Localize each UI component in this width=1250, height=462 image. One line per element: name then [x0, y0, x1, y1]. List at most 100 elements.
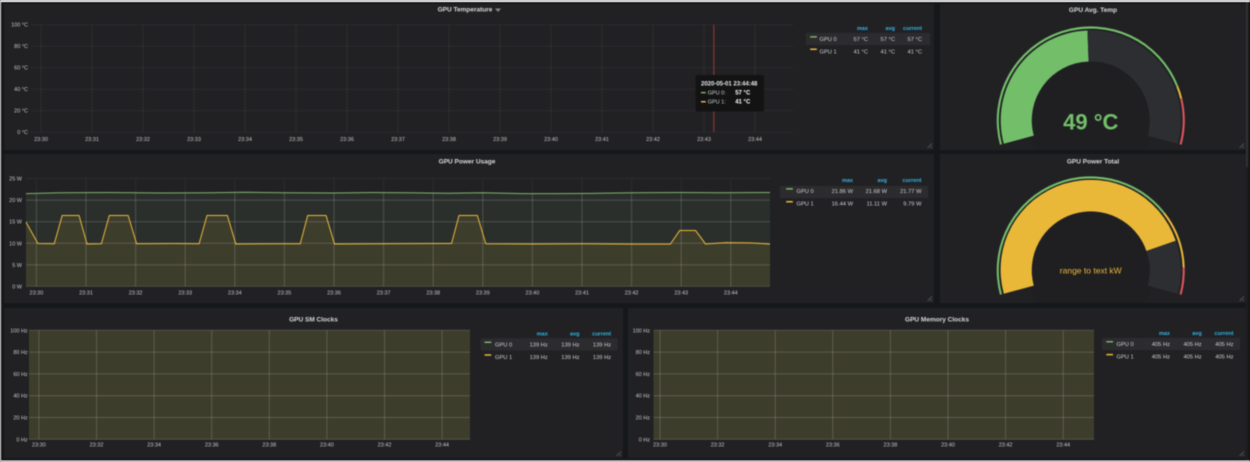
- svg-text:23:41: 23:41: [575, 291, 589, 297]
- svg-text:23:30: 23:30: [30, 291, 44, 297]
- svg-text:23:35: 23:35: [289, 137, 303, 143]
- svg-text:GPU Power Total: GPU Power Total: [1067, 159, 1119, 166]
- svg-text:41 °C: 41 °C: [908, 49, 922, 55]
- svg-text:23:33: 23:33: [187, 137, 201, 143]
- svg-text:23:32: 23:32: [90, 443, 104, 449]
- svg-text:41 °C: 41 °C: [881, 49, 895, 55]
- svg-text:23:40: 23:40: [526, 291, 540, 297]
- svg-text:GPU 1: GPU 1: [1117, 355, 1134, 361]
- svg-text:139 Hz: 139 Hz: [593, 342, 611, 348]
- svg-text:GPU SM Clocks: GPU SM Clocks: [289, 317, 338, 324]
- svg-text:GPU Temperature: GPU Temperature: [438, 7, 493, 14]
- svg-text:40 Hz: 40 Hz: [636, 394, 651, 400]
- svg-text:25 W: 25 W: [9, 177, 23, 183]
- svg-text:23:31: 23:31: [85, 137, 99, 143]
- svg-text:80 Hz: 80 Hz: [636, 350, 651, 356]
- svg-text:max: max: [857, 26, 869, 32]
- svg-text:16.44 W: 16.44 W: [832, 202, 854, 208]
- svg-text:avg: avg: [1192, 331, 1201, 337]
- svg-text:139 Hz: 139 Hz: [530, 355, 548, 361]
- svg-text:2020-05-01 23:44:48: 2020-05-01 23:44:48: [701, 82, 758, 88]
- svg-text:23:44: 23:44: [435, 443, 449, 449]
- svg-text:0 Hz: 0 Hz: [16, 437, 28, 443]
- svg-text:80 °C: 80 °C: [14, 44, 28, 50]
- svg-text:GPU Memory Clocks: GPU Memory Clocks: [905, 317, 969, 324]
- svg-text:GPU 0: GPU 0: [820, 37, 837, 43]
- svg-text:23:34: 23:34: [768, 443, 782, 449]
- svg-text:100 Hz: 100 Hz: [633, 328, 651, 334]
- svg-text:23:34: 23:34: [228, 291, 242, 297]
- svg-text:100 °C: 100 °C: [11, 23, 28, 29]
- svg-text:23:44: 23:44: [724, 291, 738, 297]
- svg-text:23:38: 23:38: [884, 443, 898, 449]
- svg-text:GPU 1: GPU 1: [820, 49, 837, 55]
- svg-text:range to text kW: range to text kW: [1060, 266, 1122, 276]
- svg-text:23:43: 23:43: [697, 137, 711, 143]
- svg-text:23:30: 23:30: [32, 443, 46, 449]
- svg-text:GPU 0:: GPU 0:: [708, 91, 727, 97]
- svg-text:11.11 W: 11.11 W: [866, 202, 887, 208]
- svg-text:23:36: 23:36: [340, 137, 354, 143]
- svg-text:23:37: 23:37: [377, 291, 391, 297]
- svg-text:23:43: 23:43: [674, 291, 688, 297]
- svg-text:139 Hz: 139 Hz: [561, 342, 579, 348]
- svg-text:57 °C: 57 °C: [735, 91, 751, 97]
- svg-text:current: current: [903, 178, 922, 184]
- svg-text:405 Hz: 405 Hz: [1215, 355, 1233, 361]
- svg-text:23:39: 23:39: [476, 291, 490, 297]
- svg-text:23:42: 23:42: [378, 443, 392, 449]
- svg-text:100 Hz: 100 Hz: [10, 328, 28, 334]
- svg-text:23:34: 23:34: [147, 443, 161, 449]
- svg-text:0 W: 0 W: [12, 285, 23, 291]
- svg-text:80 Hz: 80 Hz: [13, 350, 28, 356]
- svg-text:23:30: 23:30: [34, 137, 48, 143]
- svg-text:21.86 W: 21.86 W: [832, 189, 854, 195]
- svg-text:current: current: [592, 332, 611, 338]
- svg-text:avg: avg: [570, 332, 579, 338]
- svg-text:23:40: 23:40: [544, 137, 558, 143]
- svg-text:23:42: 23:42: [646, 137, 660, 143]
- svg-text:23:35: 23:35: [278, 291, 292, 297]
- svg-text:GPU 0: GPU 0: [1117, 342, 1134, 348]
- svg-text:20 °C: 20 °C: [14, 109, 28, 115]
- svg-text:23:42: 23:42: [999, 443, 1013, 449]
- svg-text:23:40: 23:40: [320, 443, 334, 449]
- svg-text:GPU Avg. Temp: GPU Avg. Temp: [1069, 7, 1117, 14]
- svg-text:max: max: [842, 178, 854, 184]
- svg-text:current: current: [1215, 331, 1234, 337]
- svg-text:57 °C: 57 °C: [854, 37, 868, 43]
- svg-text:23:42: 23:42: [625, 291, 639, 297]
- svg-text:23:44: 23:44: [1056, 443, 1070, 449]
- svg-text:23:36: 23:36: [205, 443, 219, 449]
- svg-text:405 Hz: 405 Hz: [1152, 355, 1170, 361]
- svg-text:57 °C: 57 °C: [908, 37, 922, 43]
- svg-text:23:36: 23:36: [327, 291, 341, 297]
- svg-text:0 °C: 0 °C: [17, 130, 28, 136]
- svg-text:20 Hz: 20 Hz: [636, 416, 651, 422]
- svg-text:23:36: 23:36: [826, 443, 840, 449]
- svg-text:139 Hz: 139 Hz: [530, 342, 548, 348]
- svg-text:avg: avg: [886, 26, 895, 32]
- svg-text:max: max: [537, 332, 549, 338]
- svg-text:0 Hz: 0 Hz: [639, 437, 651, 443]
- svg-text:60 Hz: 60 Hz: [13, 372, 28, 378]
- svg-text:GPU 1: GPU 1: [797, 202, 814, 208]
- svg-text:41 °C: 41 °C: [735, 100, 751, 106]
- svg-text:139 Hz: 139 Hz: [561, 355, 579, 361]
- svg-text:10 W: 10 W: [9, 241, 23, 247]
- svg-text:23:38: 23:38: [262, 443, 276, 449]
- svg-text:60 Hz: 60 Hz: [636, 372, 651, 378]
- svg-text:15 W: 15 W: [9, 220, 23, 226]
- svg-text:23:37: 23:37: [391, 137, 405, 143]
- svg-text:GPU 0: GPU 0: [495, 342, 512, 348]
- svg-text:avg: avg: [878, 178, 887, 184]
- svg-text:23:33: 23:33: [178, 291, 192, 297]
- svg-text:405 Hz: 405 Hz: [1183, 342, 1201, 348]
- svg-text:21.77 W: 21.77 W: [900, 189, 922, 195]
- svg-text:41 °C: 41 °C: [854, 49, 868, 55]
- svg-text:23:38: 23:38: [442, 137, 456, 143]
- svg-text:GPU 1: GPU 1: [495, 355, 512, 361]
- svg-text:GPU 1:: GPU 1:: [708, 100, 727, 106]
- svg-text:405 Hz: 405 Hz: [1183, 355, 1201, 361]
- svg-text:139 Hz: 139 Hz: [593, 355, 611, 361]
